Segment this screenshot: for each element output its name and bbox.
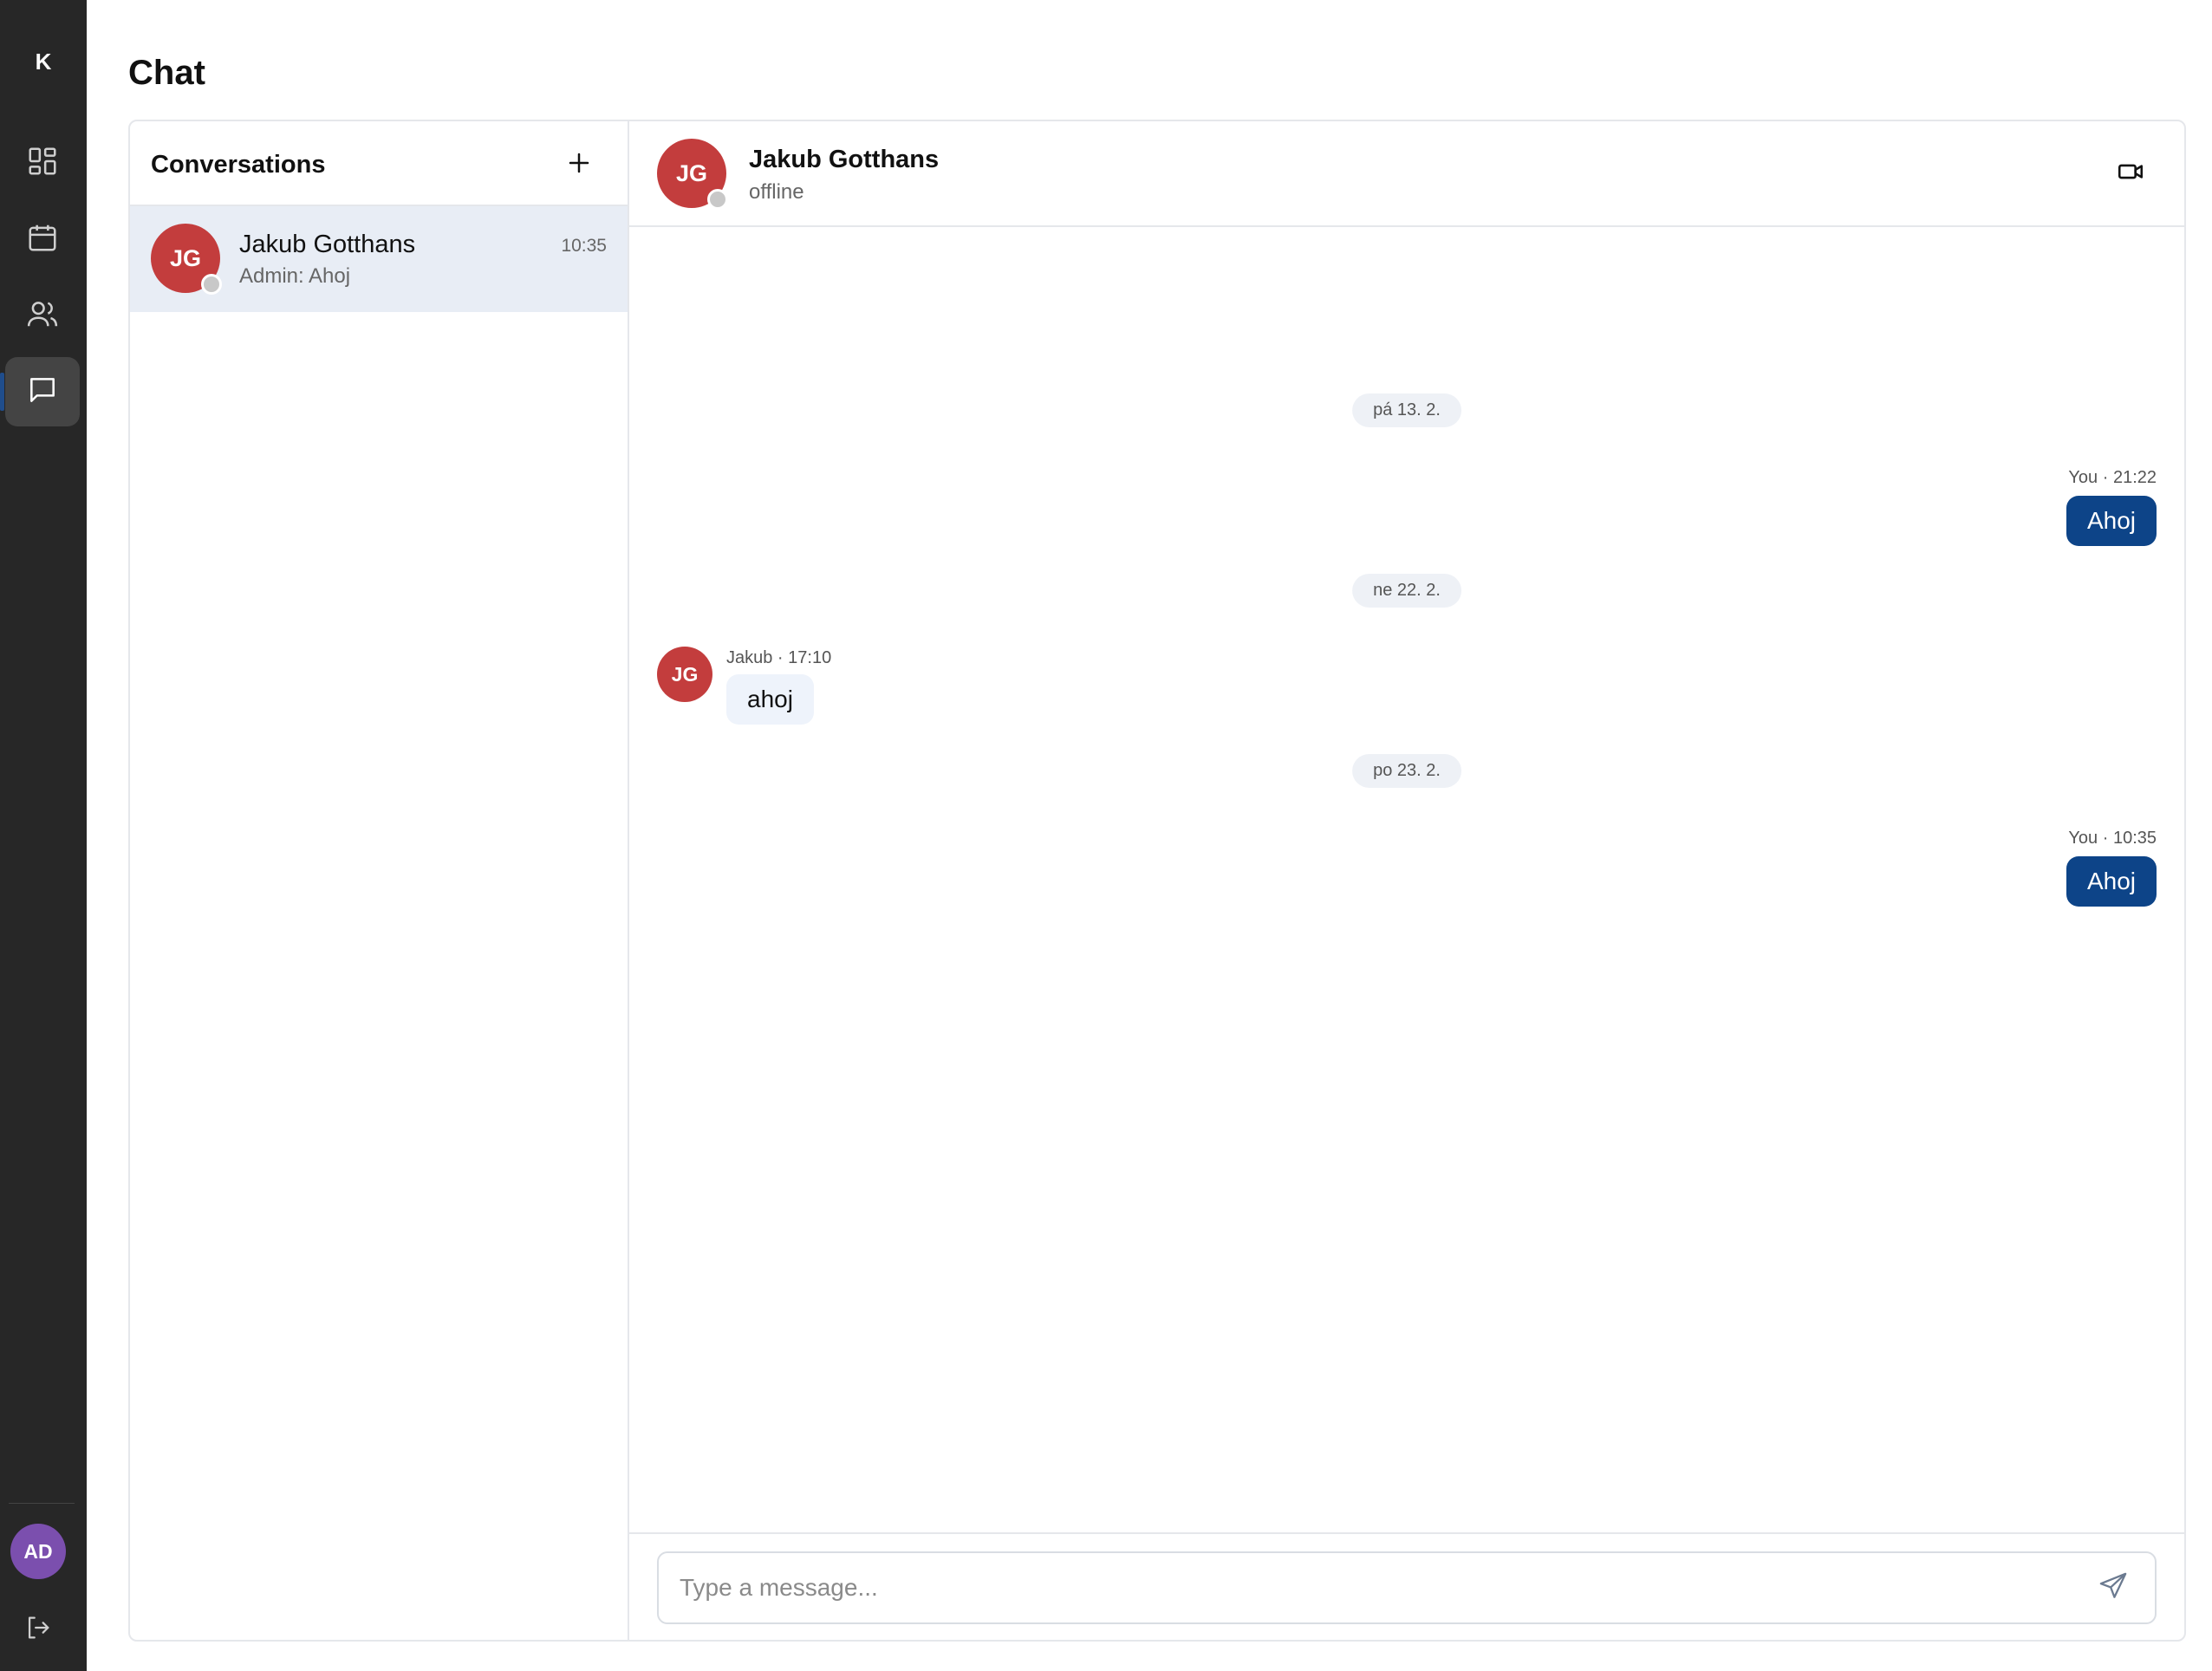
chat-pane: JG Jakub Gotthans offline pá 13. 2. You … [629, 121, 2184, 1640]
app-logo[interactable]: K [0, 49, 87, 75]
logout-button[interactable] [19, 1610, 57, 1648]
status-indicator [707, 189, 728, 210]
logout-icon [23, 1613, 53, 1647]
contact-status: offline [749, 180, 804, 204]
calendar-icon [26, 221, 59, 258]
avatar-initials: JG [675, 159, 708, 186]
conversation-preview: Admin: Ahoj [239, 264, 351, 288]
video-call-button[interactable] [2111, 154, 2150, 192]
sidebar-rail: K AD [0, 0, 87, 1671]
message-list: pá 13. 2. You · 21:22 Ahoj ne 22. 2. JG … [629, 229, 2184, 1650]
message-meta: You · 21:22 [2068, 468, 2157, 487]
sender-avatar: JG [657, 647, 712, 702]
avatar-initials: JG [169, 244, 202, 271]
chat-header: JG Jakub Gotthans offline [629, 121, 2184, 227]
date-separator: po 23. 2. [1352, 754, 1461, 788]
message-composer [629, 1532, 2184, 1640]
date-separator: ne 22. 2. [1352, 574, 1461, 608]
users-icon [26, 297, 59, 335]
conversation-time: 10:35 [561, 236, 607, 256]
avatar-initials: JG [671, 662, 699, 686]
user-avatar[interactable]: AD [10, 1524, 66, 1579]
conversations-pane: Conversations JG Jakub Gotthans Admin: A… [130, 121, 629, 1640]
chat-card: Conversations JG Jakub Gotthans Admin: A… [128, 120, 2186, 1642]
chat-icon [26, 374, 59, 411]
sidebar-item-dashboard[interactable] [5, 128, 80, 198]
status-indicator [201, 274, 222, 295]
dashboard-icon [26, 145, 59, 182]
message-bubble: Ahoj [2066, 496, 2157, 546]
sidebar-item-chat[interactable] [0, 357, 80, 426]
conversations-title: Conversations [151, 151, 326, 179]
page-title: Chat [128, 54, 205, 92]
send-button[interactable] [2094, 1569, 2132, 1607]
message-meta: Jakub · 17:10 [726, 648, 832, 667]
date-separator: pá 13. 2. [1352, 393, 1461, 427]
conversation-name: Jakub Gotthans [239, 231, 416, 258]
message-input[interactable] [657, 1551, 2157, 1624]
avatar: JG [151, 224, 222, 295]
plus-icon [566, 150, 592, 180]
message-bubble: ahoj [726, 674, 814, 725]
sidebar-item-calendar[interactable] [5, 205, 80, 274]
send-icon [2098, 1571, 2128, 1605]
message-meta: You · 10:35 [2068, 829, 2157, 848]
conversation-item[interactable]: JG Jakub Gotthans Admin: Ahoj 10:35 [130, 206, 628, 312]
message-bubble: Ahoj [2066, 856, 2157, 907]
new-conversation-button[interactable] [562, 147, 596, 182]
contact-name: Jakub Gotthans [749, 146, 940, 173]
rail-divider [9, 1503, 75, 1504]
conversations-header: Conversations [130, 121, 628, 206]
sidebar-item-users[interactable] [5, 281, 80, 350]
video-icon [2116, 157, 2145, 191]
contact-avatar: JG [657, 139, 728, 210]
